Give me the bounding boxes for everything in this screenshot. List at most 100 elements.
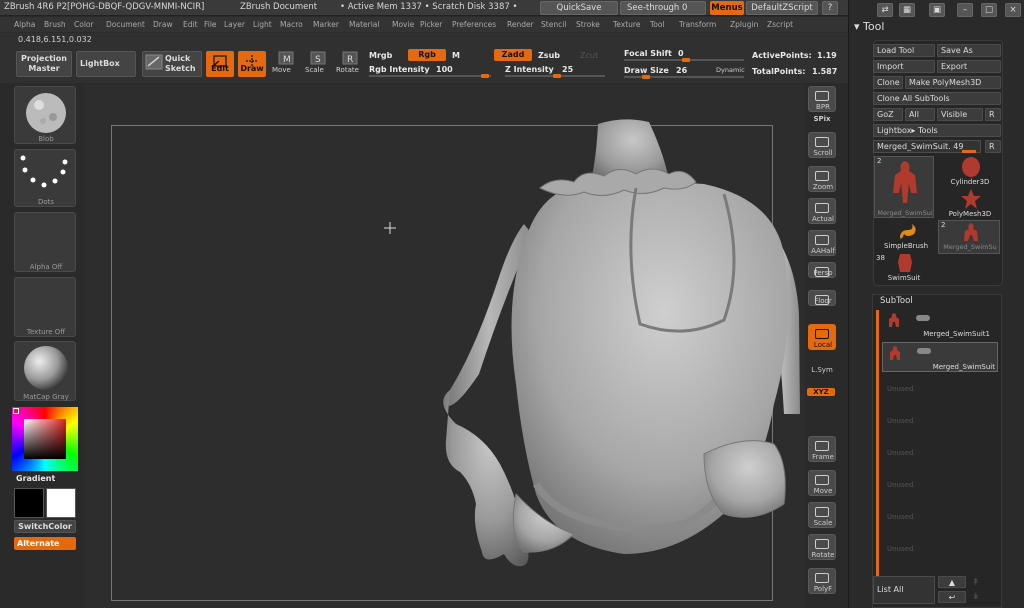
goz-button[interactable]: GoZ [873, 108, 903, 121]
alternate-button[interactable]: Alternate [14, 537, 76, 550]
current-tool-r-button[interactable]: R [985, 140, 1001, 153]
move-button[interactable]: Move [272, 66, 291, 74]
scale-button[interactable]: Scale [305, 66, 324, 74]
export-button[interactable]: Export [937, 60, 1001, 73]
document-canvas[interactable] [84, 84, 805, 608]
color-picker[interactable] [12, 407, 78, 471]
floor-button[interactable]: Floor [808, 290, 836, 306]
menu-item-stroke[interactable]: Stroke [576, 20, 600, 29]
save-as-button[interactable]: Save As [937, 44, 1001, 57]
lightbox-tools-button[interactable]: Lightbox▸ Tools [873, 124, 1001, 137]
z-intensity-slider[interactable] [505, 74, 605, 78]
menu-item-light[interactable]: Light [253, 20, 272, 29]
material-thumbnail[interactable]: MatCap Gray [14, 341, 76, 401]
menu-item-color[interactable]: Color [74, 20, 94, 29]
help-icon[interactable]: ? [822, 1, 838, 15]
tool-thumb-cylinder[interactable]: Cylinder3D [940, 156, 1000, 190]
zcut-button[interactable]: Zcut [580, 51, 598, 60]
quicksave-button[interactable]: QuickSave [540, 1, 618, 15]
import-button[interactable]: Import [873, 60, 935, 73]
texture-thumbnail[interactable]: Texture Off [14, 277, 76, 337]
brush-thumbnail[interactable]: Blob [14, 86, 76, 144]
menu-item-edit[interactable]: Edit [183, 20, 198, 29]
move-up-icon[interactable]: ▲ [938, 576, 966, 588]
subtool-item-merged-swimsuit[interactable]: Merged_SwimSuit [882, 342, 998, 372]
goz-r-button[interactable]: R [985, 108, 1001, 121]
menu-item-zplugin[interactable]: Zplugin [730, 20, 758, 29]
dock-left-icon[interactable]: ⇄ [877, 3, 893, 17]
clone-all-subtools-button[interactable]: Clone All SubTools [873, 92, 1001, 105]
menu-item-stencil[interactable]: Stencil [541, 20, 566, 29]
frame-button[interactable]: Frame [808, 436, 836, 462]
move-button[interactable]: Move [808, 470, 836, 496]
spix-button[interactable]: SPix [805, 115, 839, 123]
clone-button[interactable]: Clone [873, 76, 903, 89]
subtool-header[interactable]: SubTool [880, 296, 913, 306]
layout-icon[interactable]: ▦ [899, 3, 915, 17]
rgb-button[interactable]: Rgb [408, 49, 446, 61]
zsub-button[interactable]: Zsub [538, 51, 560, 60]
minimize-icon[interactable]: – [957, 3, 973, 17]
alpha-thumbnail[interactable]: Alpha Off [14, 212, 76, 272]
scroll-button[interactable]: Scroll [808, 132, 836, 158]
tool-thumb-polymesh[interactable]: PolyMesh3D [940, 188, 1000, 222]
lightbox-button[interactable]: LightBox [76, 51, 136, 77]
persp-button[interactable]: Persp [808, 262, 836, 278]
menu-item-render[interactable]: Render [507, 20, 534, 29]
menu-item-marker[interactable]: Marker [313, 20, 339, 29]
rotate-button[interactable]: Rotate [808, 534, 836, 560]
menu-item-macro[interactable]: Macro [280, 20, 303, 29]
zadd-button[interactable]: Zadd [494, 49, 532, 61]
xyz-button[interactable]: XYZ [807, 388, 835, 396]
move-down-icon[interactable]: ↩ [938, 591, 966, 603]
current-tool-slider[interactable]: Merged_SwimSuit. 49 [873, 140, 981, 153]
main-color-swatch[interactable] [46, 488, 76, 518]
l-sym-button[interactable]: L.Sym [805, 366, 839, 374]
tool-thumb-merged-swimsuit[interactable]: 2 Merged_SwimSui [874, 156, 934, 218]
bpr-button[interactable]: BPR [808, 86, 836, 112]
projection-master-button[interactable]: Projection Master [16, 51, 72, 77]
default-zscript-button[interactable]: DefaultZScript [746, 1, 818, 15]
menu-item-zscript[interactable]: Zscript [767, 20, 793, 29]
goz-all-button[interactable]: All [905, 108, 935, 121]
make-polymesh-button[interactable]: Make PolyMesh3D [905, 76, 1001, 89]
subtool-visibility-toggle[interactable] [916, 315, 930, 321]
zoom-button[interactable]: Zoom [808, 166, 836, 192]
subtool-visibility-toggle[interactable] [917, 348, 931, 354]
menu-item-brush[interactable]: Brush [44, 20, 66, 29]
focal-shift-slider[interactable] [624, 58, 744, 62]
menu-item-document[interactable]: Document [106, 20, 145, 29]
see-through-slider[interactable]: See-through 0 [620, 1, 706, 15]
rgb-intensity-slider[interactable] [369, 74, 491, 78]
subtool-scrollbar[interactable] [876, 310, 879, 578]
polyf-button[interactable]: PolyF [808, 568, 836, 594]
lock-icon[interactable]: ▣ [929, 3, 945, 17]
menu-item-picker[interactable]: Picker [420, 20, 442, 29]
actual-button[interactable]: Actual [808, 198, 836, 224]
menu-item-alpha[interactable]: Alpha [14, 20, 35, 29]
menus-button[interactable]: Menus [710, 1, 744, 15]
tool-thumb-simplebrush[interactable]: SimpleBrush [876, 220, 936, 254]
rotate-button[interactable]: Rotate [336, 66, 359, 74]
mrgb-button[interactable]: Mrgb [369, 51, 392, 60]
dynamic-button[interactable]: Dynamic [716, 66, 745, 74]
secondary-color-swatch[interactable] [14, 488, 44, 518]
scale-button[interactable]: Scale [808, 502, 836, 528]
menu-item-file[interactable]: File [204, 20, 217, 29]
draw-size-slider[interactable] [624, 75, 744, 79]
close-icon[interactable]: × [1005, 3, 1021, 17]
swimsuit-figure-model[interactable] [84, 84, 805, 608]
load-tool-button[interactable]: Load Tool [873, 44, 935, 57]
m-button[interactable]: M [452, 51, 460, 60]
menu-item-material[interactable]: Material [349, 20, 379, 29]
switch-color-button[interactable]: SwitchColor [14, 520, 76, 533]
aahalf-button[interactable]: AAHalf [808, 230, 836, 256]
tool-thumb-merged-swimsuit-2[interactable]: 2 Merged_SwimSu [938, 220, 1000, 254]
tool-thumb-swimsuit[interactable]: 38 SwimSuit [874, 252, 934, 286]
list-all-button[interactable]: List All [873, 576, 935, 604]
maximize-icon[interactable]: □ [981, 3, 997, 17]
menu-item-texture[interactable]: Texture [613, 20, 640, 29]
subtool-item-merged-swimsuit1[interactable]: Merged_SwimSuit1 [882, 310, 998, 340]
stroke-thumbnail[interactable]: Dots [14, 149, 76, 207]
menu-item-movie[interactable]: Movie [392, 20, 414, 29]
